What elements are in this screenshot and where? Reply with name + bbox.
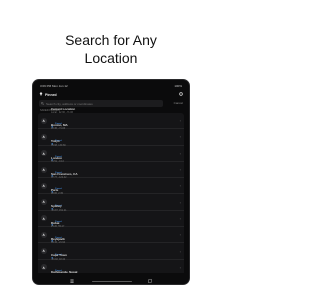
list-item-title: San Francisco, CA: [51, 171, 78, 176]
home-indicator: [92, 281, 132, 282]
location-arrow-icon: [41, 117, 47, 124]
location-arrow-icon: [41, 215, 47, 222]
tablet-device: 3:09 PM Mon Jun 12 100% Pinned Cancel SA…: [32, 79, 190, 285]
tab-list[interactable]: [60, 270, 84, 285]
chevron-right-icon: ›: [179, 248, 181, 254]
location-arrow-icon: [41, 199, 47, 206]
status-time: 3:09 PM: [40, 84, 52, 88]
list-item-title: Sydney: [51, 204, 62, 209]
headline: Search for Any Location: [0, 31, 222, 67]
location-arrow-icon: [41, 166, 47, 173]
list-item-subtitle: 37.77, -122.42: [51, 176, 67, 180]
location-arrow-icon: [41, 248, 47, 255]
list-item-subtitle: 25.20, 55.27: [51, 225, 65, 229]
search-icon: [41, 101, 45, 106]
location-arrow-icon: [41, 231, 47, 238]
location-list: Current Location Local · 42.36, -71.06 P…: [38, 107, 184, 284]
list-item-subtitle: 51.51, -0.13: [51, 159, 64, 163]
gear-icon[interactable]: [179, 92, 183, 97]
list-item-subtitle: 35.68, 139.69: [51, 143, 66, 147]
status-bar: 3:09 PM Mon Jun 12 100%: [40, 83, 182, 89]
chevron-right-icon: ›: [179, 118, 181, 124]
app-header: Pinned: [39, 91, 183, 98]
location-arrow-icon: [41, 182, 47, 189]
list-item-subtitle: 48.86, 2.35: [51, 192, 63, 196]
list-item-title: Dubai: [51, 220, 60, 225]
status-date: Mon Jun 12: [52, 84, 68, 88]
chevron-right-icon: ›: [179, 183, 181, 189]
chevron-right-icon: ›: [179, 134, 181, 140]
list-item-title: Paris: [51, 188, 59, 193]
search-bar[interactable]: [39, 100, 163, 107]
location-arrow-icon: [41, 150, 47, 157]
search-cancel-button[interactable]: Cancel: [174, 101, 183, 105]
tab-bar: [33, 273, 189, 284]
headline-line-1: Search for Any: [65, 32, 157, 48]
list-item-subtitle: -33.87, 151.21: [51, 208, 67, 212]
chevron-right-icon: ›: [179, 264, 181, 270]
location-arrow-icon: [41, 133, 47, 140]
list-icon: [70, 270, 74, 285]
chevron-right-icon: ›: [179, 215, 181, 221]
list-item-subtitle: 42.36, -71.06: [51, 127, 66, 131]
pin-icon: [39, 92, 43, 97]
list-item-subtitle: -33.92, 18.42: [51, 257, 66, 261]
app-title: Pinned: [45, 92, 57, 97]
list-item-title: Reykjavík: [51, 237, 65, 242]
chevron-right-icon: ›: [179, 167, 181, 173]
list-item-title: London: [51, 155, 62, 160]
chevron-right-icon: ›: [179, 199, 181, 205]
tab-map[interactable]: [138, 270, 162, 285]
status-battery: 100%: [174, 84, 182, 88]
list-item-subtitle: Local · 42.36, -71.06: [51, 111, 73, 114]
chevron-right-icon: ›: [179, 150, 181, 156]
map-icon: [148, 270, 152, 285]
list-item-title: Cape Town: [51, 253, 67, 258]
list-item-subtitle: 64.15, -21.94: [51, 241, 66, 245]
location-arrow-icon: [41, 264, 47, 271]
list-item-title: Tokyo: [51, 139, 60, 144]
list-item-title: Boston, MA: [51, 123, 68, 127]
chevron-right-icon: ›: [179, 232, 181, 238]
headline-line-2: Location: [84, 50, 138, 66]
search-input[interactable]: [46, 101, 146, 106]
